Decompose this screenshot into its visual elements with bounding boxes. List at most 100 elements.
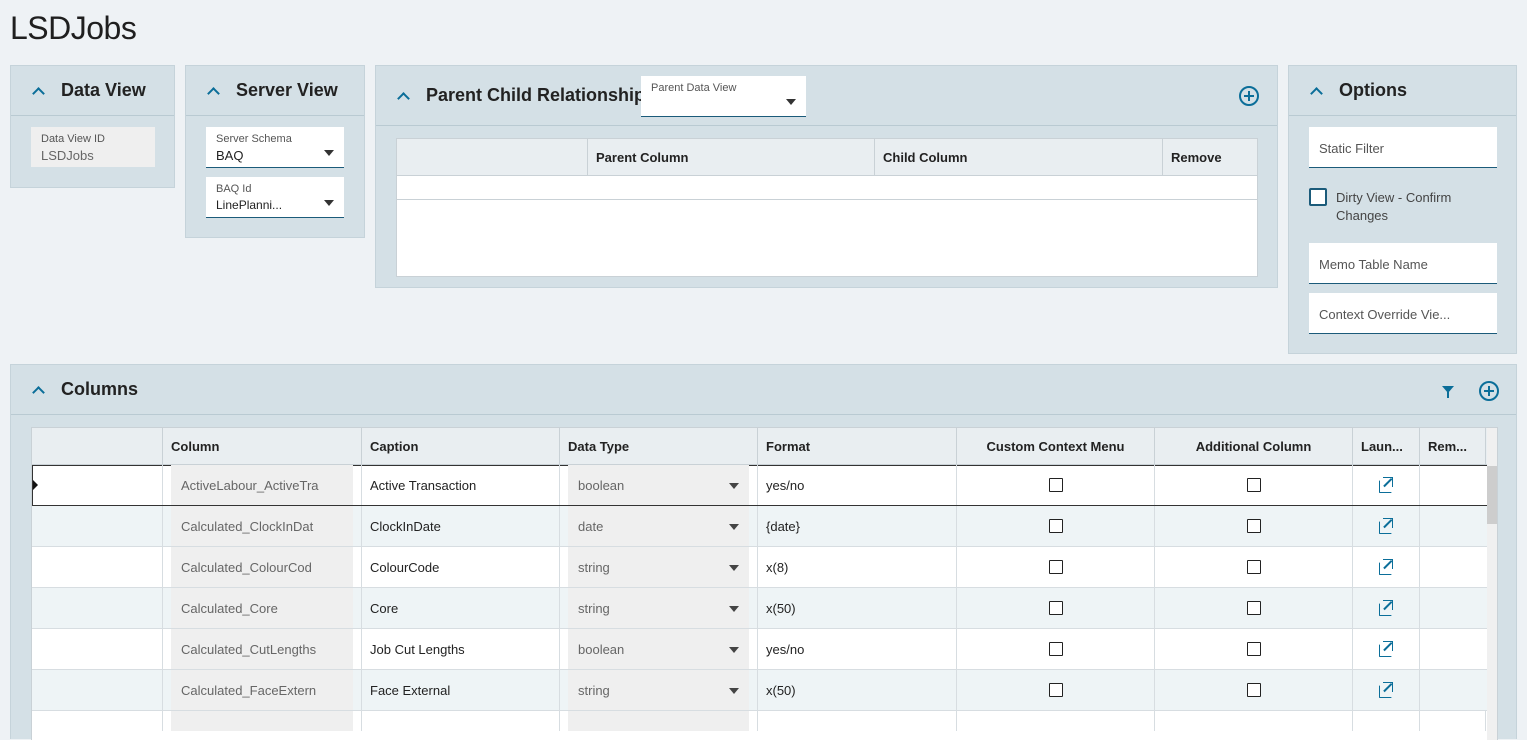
- caption-cell[interactable]: Face External: [362, 670, 560, 710]
- caption-cell[interactable]: ColourCode: [362, 547, 560, 587]
- static-filter-input[interactable]: Static Filter: [1309, 127, 1497, 168]
- col-header-caption[interactable]: Caption: [362, 428, 560, 464]
- add-relationship-icon[interactable]: [1239, 86, 1259, 106]
- custom-context-menu-checkbox[interactable]: [1048, 519, 1063, 533]
- data-type-cell[interactable]: string: [560, 670, 758, 710]
- table-row[interactable]: Calculated_FaceExtern Face External string…: [32, 670, 1497, 711]
- baq-id-dropdown[interactable]: BAQ Id LinePlanni...: [206, 177, 344, 218]
- remove-cell[interactable]: [1420, 506, 1486, 546]
- dropdown-caret-icon[interactable]: [324, 200, 334, 206]
- custom-context-menu-checkbox[interactable]: [1048, 601, 1063, 615]
- launch-icon[interactable]: [1378, 641, 1394, 657]
- launch-icon[interactable]: [1378, 559, 1394, 575]
- rel-col-remove[interactable]: Remove: [1163, 139, 1257, 175]
- columns-header[interactable]: Columns: [11, 365, 1516, 415]
- custom-context-menu-checkbox[interactable]: [1048, 560, 1063, 574]
- parent-data-view-dropdown[interactable]: Parent Data View: [641, 76, 806, 117]
- dropdown-caret-icon[interactable]: [729, 688, 739, 694]
- data-type-dropdown[interactable]: string: [568, 670, 749, 710]
- row-selector[interactable]: [32, 629, 163, 669]
- caption-cell[interactable]: Active Transaction: [362, 465, 560, 505]
- row-selector[interactable]: [32, 506, 163, 546]
- columns-grid-scrollbar[interactable]: [1487, 428, 1497, 740]
- remove-cell[interactable]: [1420, 547, 1486, 587]
- custom-context-menu-checkbox[interactable]: [1048, 478, 1063, 492]
- server-schema-dropdown[interactable]: Server Schema BAQ: [206, 127, 344, 168]
- data-type-dropdown[interactable]: boolean: [568, 465, 749, 505]
- format-cell[interactable]: yes/no: [758, 465, 957, 505]
- additional-column-checkbox[interactable]: [1246, 642, 1261, 656]
- data-type-dropdown[interactable]: string: [568, 547, 749, 587]
- additional-column-checkbox[interactable]: [1246, 519, 1261, 533]
- data-view-header[interactable]: Data View: [11, 66, 174, 116]
- data-type-dropdown[interactable]: string: [568, 588, 749, 628]
- data-type-dropdown[interactable]: date: [568, 506, 749, 546]
- dropdown-caret-icon[interactable]: [729, 647, 739, 653]
- columns-grid-scroll-thumb[interactable]: [1487, 466, 1497, 524]
- dropdown-caret-icon[interactable]: [729, 483, 739, 489]
- row-selector[interactable]: [32, 547, 163, 587]
- data-type-cell[interactable]: string: [560, 588, 758, 628]
- col-header-additional-column[interactable]: Additional Column: [1155, 428, 1353, 464]
- chevron-up-icon[interactable]: [396, 89, 410, 103]
- chevron-up-icon[interactable]: [31, 383, 45, 397]
- table-row[interactable]: Calculated_ColourCod ColourCode string x(8): [32, 547, 1497, 588]
- table-row[interactable]: Calculated_ClockInDat ClockInDate date {dat…: [32, 506, 1497, 547]
- memo-table-input[interactable]: Memo Table Name: [1309, 243, 1497, 284]
- format-cell[interactable]: {date}: [758, 506, 957, 546]
- launch-icon[interactable]: [1378, 600, 1394, 616]
- custom-context-menu-checkbox[interactable]: [1048, 683, 1063, 697]
- server-view-header[interactable]: Server View: [186, 66, 364, 116]
- data-type-cell[interactable]: string: [560, 547, 758, 587]
- format-cell[interactable]: x(50): [758, 588, 957, 628]
- rel-col-parent-column[interactable]: Parent Column: [588, 139, 875, 175]
- additional-column-checkbox[interactable]: [1246, 683, 1261, 697]
- remove-cell[interactable]: [1420, 629, 1486, 669]
- context-override-input[interactable]: Context Override Vie...: [1309, 293, 1497, 334]
- parent-child-header[interactable]: Parent Child Relationships: [376, 66, 1277, 126]
- col-header-remove[interactable]: Rem...: [1420, 428, 1486, 464]
- dropdown-caret-icon[interactable]: [729, 565, 739, 571]
- launch-icon[interactable]: [1378, 477, 1394, 493]
- table-row[interactable]: Calculated_CutLengths Job Cut Lengths bool…: [32, 629, 1497, 670]
- dirty-view-label[interactable]: Dirty View - Confirm Changes: [1336, 189, 1486, 225]
- row-selector[interactable]: [32, 465, 163, 505]
- remove-cell[interactable]: [1420, 588, 1486, 628]
- options-header[interactable]: Options: [1289, 66, 1516, 116]
- filter-icon[interactable]: [1442, 386, 1454, 398]
- col-header-data-type[interactable]: Data Type: [560, 428, 758, 464]
- format-cell[interactable]: x(50): [758, 670, 957, 710]
- data-type-cell[interactable]: boolean: [560, 629, 758, 669]
- table-row[interactable]: ActiveLabour_ActiveTra Active Transaction…: [32, 465, 1497, 506]
- remove-cell[interactable]: [1420, 465, 1486, 505]
- caption-cell[interactable]: Core: [362, 588, 560, 628]
- dropdown-caret-icon[interactable]: [729, 524, 739, 530]
- col-header-custom-context-menu[interactable]: Custom Context Menu: [957, 428, 1155, 464]
- additional-column-checkbox[interactable]: [1246, 560, 1261, 574]
- row-selector[interactable]: [32, 588, 163, 628]
- dropdown-caret-icon[interactable]: [729, 606, 739, 612]
- caption-cell[interactable]: ClockInDate: [362, 506, 560, 546]
- format-cell[interactable]: yes/no: [758, 629, 957, 669]
- data-type-cell[interactable]: date: [560, 506, 758, 546]
- additional-column-checkbox[interactable]: [1246, 601, 1261, 615]
- launch-icon[interactable]: [1378, 518, 1394, 534]
- add-column-icon[interactable]: [1479, 381, 1499, 401]
- chevron-up-icon[interactable]: [31, 84, 45, 98]
- chevron-up-icon[interactable]: [1309, 84, 1323, 98]
- col-header-format[interactable]: Format: [758, 428, 957, 464]
- caption-cell[interactable]: Job Cut Lengths: [362, 629, 560, 669]
- additional-column-checkbox[interactable]: [1246, 478, 1261, 492]
- col-header-column[interactable]: Column: [163, 428, 362, 464]
- col-header-launch[interactable]: Laun...: [1353, 428, 1420, 464]
- row-selector[interactable]: [32, 670, 163, 710]
- remove-cell[interactable]: [1420, 670, 1486, 710]
- dropdown-caret-icon[interactable]: [324, 150, 334, 156]
- table-row[interactable]: Calculated_Core Core string x(50): [32, 588, 1497, 629]
- custom-context-menu-checkbox[interactable]: [1048, 642, 1063, 656]
- data-type-dropdown[interactable]: boolean: [568, 629, 749, 669]
- launch-icon[interactable]: [1378, 682, 1394, 698]
- format-cell[interactable]: x(8): [758, 547, 957, 587]
- dirty-view-checkbox[interactable]: [1309, 188, 1327, 206]
- dropdown-caret-icon[interactable]: [786, 99, 796, 105]
